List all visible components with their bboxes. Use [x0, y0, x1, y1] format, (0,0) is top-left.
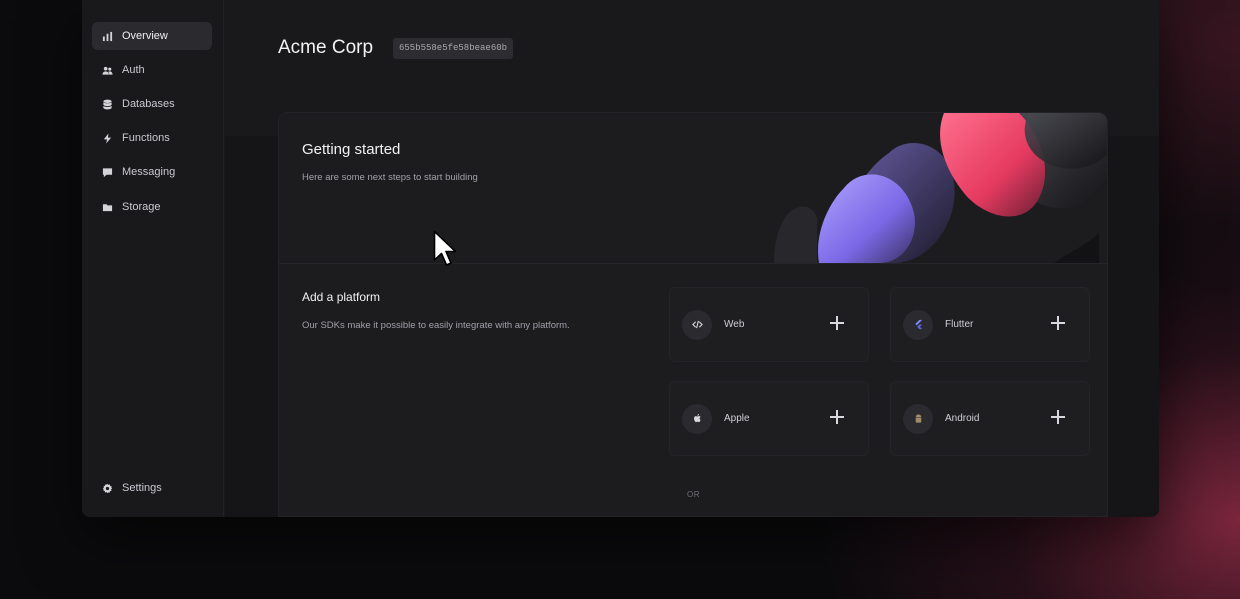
sidebar-item-messaging[interactable]: Messaging [92, 158, 212, 186]
gear-icon [101, 482, 113, 494]
sidebar: Overview Auth Databases Functions Messag… [82, 0, 224, 517]
flutter-icon [903, 309, 933, 340]
plus-icon [830, 410, 844, 424]
project-id-badge[interactable]: 655b558e5fe58beae60b [393, 38, 514, 59]
platform-label: Android [945, 413, 980, 424]
sidebar-item-label: Settings [122, 482, 162, 494]
platform-label: Web [724, 319, 745, 330]
add-platform-description: Our SDKs make it possible to easily inte… [302, 320, 570, 331]
code-icon [682, 309, 712, 340]
page-title: Acme Corp [278, 37, 374, 58]
sidebar-item-label: Databases [122, 98, 175, 110]
sidebar-item-label: Overview [122, 30, 168, 42]
apple-icon [682, 403, 712, 434]
platform-label: Flutter [945, 319, 974, 330]
add-platform-title: Add a platform [302, 290, 381, 304]
sidebar-item-label: Auth [122, 64, 145, 76]
plus-icon [1051, 410, 1065, 424]
mouse-cursor-icon [433, 230, 457, 266]
app-window: Overview Auth Databases Functions Messag… [82, 0, 1159, 517]
bar-chart-icon [101, 30, 113, 42]
sidebar-item-functions[interactable]: Functions [92, 124, 212, 152]
sidebar-item-auth[interactable]: Auth [92, 56, 212, 84]
plus-icon [830, 316, 844, 330]
getting-started-title: Getting started [302, 141, 401, 158]
sidebar-item-storage[interactable]: Storage [92, 193, 212, 221]
folder-icon [101, 201, 113, 213]
section-divider [279, 263, 1107, 264]
sidebar-item-overview[interactable]: Overview [92, 22, 212, 50]
platform-label: Apple [724, 413, 750, 424]
or-separator: OR [687, 490, 700, 499]
users-icon [101, 64, 113, 76]
decorative-3d-shapes [774, 113, 1107, 263]
sidebar-item-label: Messaging [122, 166, 176, 178]
chat-icon [101, 166, 113, 178]
sidebar-item-label: Functions [122, 132, 170, 144]
getting-started-subtitle: Here are some next steps to start buildi… [302, 172, 478, 183]
sidebar-item-settings[interactable]: Settings [92, 474, 212, 502]
sidebar-item-label: Storage [122, 201, 161, 213]
add-web-platform-button[interactable]: Web [669, 287, 869, 362]
add-flutter-platform-button[interactable]: Flutter [890, 287, 1090, 362]
add-apple-platform-button[interactable]: Apple [669, 381, 869, 456]
android-icon [903, 403, 933, 434]
database-icon [101, 98, 113, 110]
sidebar-item-databases[interactable]: Databases [92, 90, 212, 118]
add-android-platform-button[interactable]: Android [890, 381, 1090, 456]
lightning-icon [101, 132, 113, 144]
plus-icon [1051, 316, 1065, 330]
getting-started-card: Getting started Here are some next steps… [278, 112, 1108, 517]
